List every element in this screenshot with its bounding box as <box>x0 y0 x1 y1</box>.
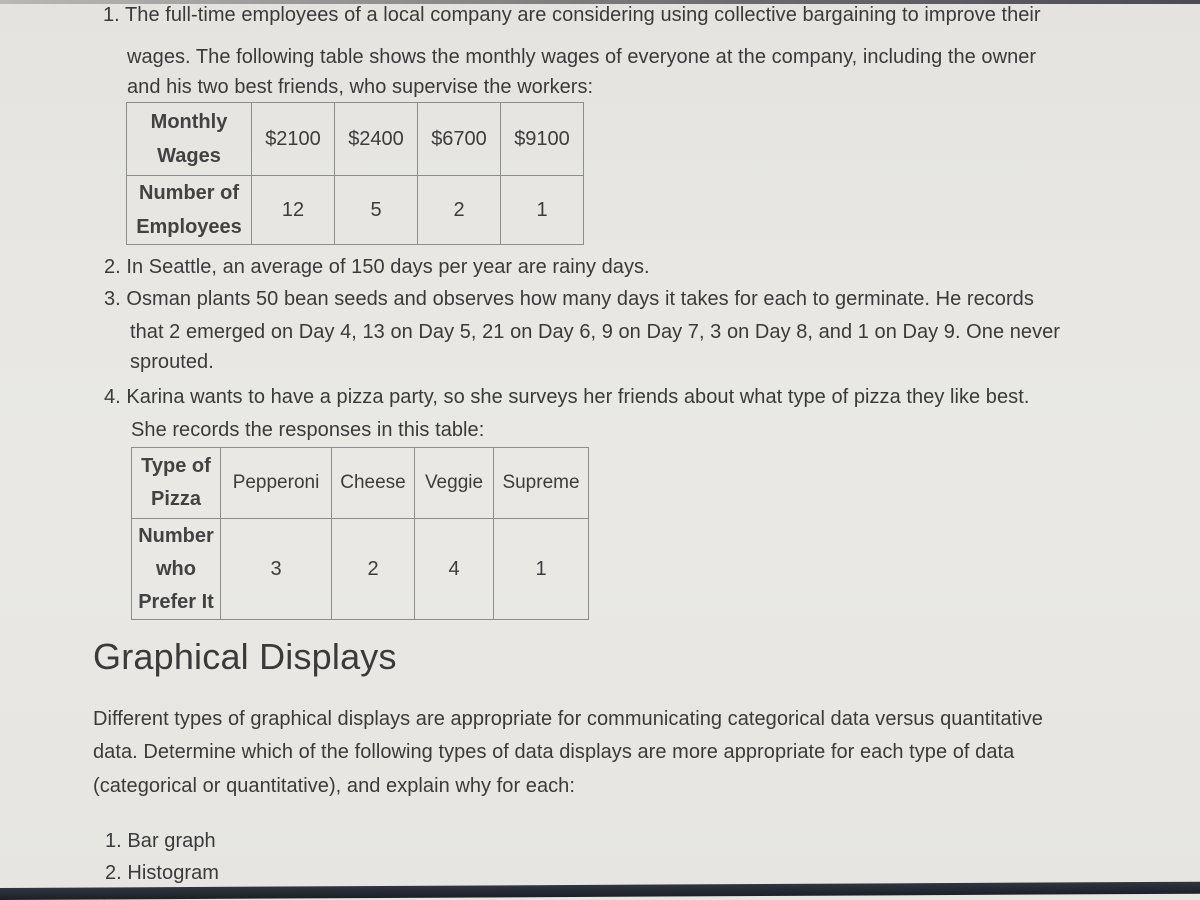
wage-cell: $9100 <box>500 102 584 176</box>
employees-row-header: Number of Employees <box>126 175 252 245</box>
question-3-line-1: 3. Osman plants 50 bean seeds and observ… <box>104 288 1034 311</box>
question-4-text-line-1: Karina wants to have a pizza party, so s… <box>126 386 1030 408</box>
list-item-number: 2. <box>105 862 122 884</box>
question-3-text-line-1: Osman plants 50 bean seeds and observes … <box>126 288 1034 310</box>
pizza-type-cell: Supreme <box>493 447 589 519</box>
question-3-text-line-3: sprouted. <box>130 351 214 373</box>
pizza-type-cell: Veggie <box>414 447 494 519</box>
list-item-histogram: 2. Histogram <box>105 862 219 885</box>
wage-cell: $2100 <box>251 102 335 176</box>
question-2: 2. In Seattle, an average of 150 days pe… <box>104 256 650 279</box>
question-4-line-1: 4. Karina wants to have a pizza party, s… <box>104 386 1029 409</box>
header-line: Number <box>138 524 214 547</box>
preference-count-row-header: Number who Prefer It <box>131 518 221 620</box>
pizza-type-cell: Pepperoni <box>220 447 332 519</box>
question-1-text-line-1: The full-time employees of a local compa… <box>125 4 1041 26</box>
list-item-label: Bar graph <box>127 830 216 852</box>
list-item-bar-graph: 1. Bar graph <box>105 830 216 853</box>
question-1-line-1: 1. The full-time employees of a local co… <box>103 4 1041 27</box>
header-line: Prefer It <box>138 590 214 613</box>
header-line: Employees <box>136 216 242 238</box>
employee-count-cell: 12 <box>251 175 335 245</box>
question-4-number: 4. <box>104 386 121 408</box>
employee-count-cell: 2 <box>417 175 501 245</box>
question-1-number: 1. <box>103 4 120 26</box>
question-3-number: 3. <box>104 288 121 310</box>
header-line: Pizza <box>150 488 202 510</box>
pizza-type-cell: Cheese <box>331 447 415 519</box>
pizza-table: Type of Pizza Pepperoni Cheese Veggie Su… <box>131 447 589 620</box>
header-line: Monthly <box>150 111 228 133</box>
employees-row: Number of Employees 12 5 2 1 <box>126 175 584 245</box>
preference-count-row: Number who Prefer It 3 2 4 1 <box>131 518 589 620</box>
employee-count-cell: 5 <box>334 175 418 245</box>
wage-cell: $6700 <box>417 102 501 176</box>
header-line: Number of <box>139 182 239 204</box>
wages-row: Monthly Wages $2100 $2400 $6700 $9100 <box>126 102 584 176</box>
question-2-number: 2. <box>104 256 121 278</box>
question-1-text-line-3: and his two best friends, who supervise … <box>127 76 594 98</box>
employee-count-cell: 1 <box>500 175 584 245</box>
header-line: Wages <box>157 145 221 167</box>
preference-count-cell: 3 <box>220 518 332 620</box>
question-1-text-line-2: wages. The following table shows the mon… <box>127 46 1037 68</box>
section-heading: Graphical Displays <box>93 636 397 677</box>
question-4-text-line-2: She records the responses in this table: <box>131 419 485 441</box>
question-2-text: In Seattle, an average of 150 days per y… <box>126 256 650 278</box>
wages-table: Monthly Wages $2100 $2400 $6700 $9100 Nu… <box>126 102 584 245</box>
header-line: Type of <box>141 455 211 477</box>
header-line: who <box>156 557 196 580</box>
wages-row-header: Monthly Wages <box>126 102 252 176</box>
pizza-type-row: Type of Pizza Pepperoni Cheese Veggie Su… <box>131 447 589 519</box>
list-item-number: 1. <box>105 830 122 852</box>
question-3-text-line-2: that 2 emerged on Day 4, 13 on Day 5, 21… <box>130 321 1061 343</box>
section-paragraph-line-1: Different types of graphical displays ar… <box>93 708 1043 730</box>
pizza-type-row-header: Type of Pizza <box>131 447 221 519</box>
worksheet-document: 1. The full-time employees of a local co… <box>0 0 1200 900</box>
preference-count-cell: 2 <box>331 518 415 620</box>
section-paragraph-line-3: (categorical or quantitative), and expla… <box>93 775 575 797</box>
preference-count-cell: 4 <box>414 518 494 620</box>
list-item-label: Histogram <box>127 862 219 884</box>
wage-cell: $2400 <box>334 102 418 176</box>
section-paragraph-line-2: data. Determine which of the following t… <box>93 741 1015 763</box>
preference-count-cell: 1 <box>493 518 589 620</box>
